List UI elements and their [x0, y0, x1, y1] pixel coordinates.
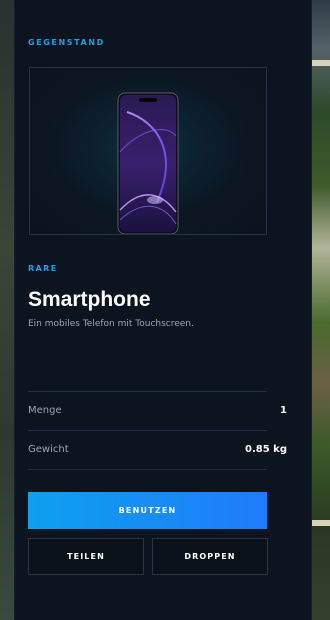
item-image-frame: [29, 67, 267, 235]
section-label: GEGENSTAND: [28, 38, 105, 47]
background-stripe: [312, 60, 330, 66]
item-description: Ein mobiles Telefon mit Touchscreen.: [28, 319, 194, 329]
stat-label-weight: Gewicht: [28, 444, 69, 455]
drop-button[interactable]: DROPPEN: [152, 538, 268, 575]
use-button[interactable]: BENUTZEN: [28, 492, 267, 529]
background-scene-right: [312, 0, 330, 620]
item-name: Smartphone: [28, 288, 151, 311]
divider: [28, 469, 267, 470]
divider: [28, 430, 267, 431]
divider: [28, 391, 267, 392]
background-stripe: [312, 520, 330, 526]
stat-value-quantity: 1: [280, 405, 287, 416]
item-rarity: RARE: [28, 264, 58, 273]
stat-label-quantity: Menge: [28, 405, 62, 416]
share-button[interactable]: TEILEN: [28, 538, 144, 575]
smartphone-icon: [117, 92, 179, 234]
stat-value-weight: 0.85 kg: [245, 444, 287, 455]
background-scene-left: [0, 0, 14, 620]
